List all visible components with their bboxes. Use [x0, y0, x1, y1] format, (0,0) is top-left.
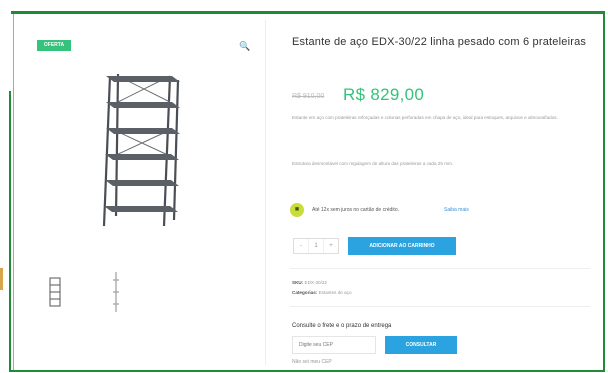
credit-text: Até 12x sem juros no cartão de crédito. — [312, 207, 399, 213]
frame-left-inner-border — [13, 14, 14, 370]
product-image[interactable] — [92, 70, 184, 232]
cep-input[interactable] — [292, 336, 376, 354]
add-to-cart-button[interactable]: ADICIONAR AO CARRINHO — [348, 237, 456, 255]
credit-card-icon: ■ — [290, 203, 304, 217]
frame-right-border — [603, 11, 605, 372]
thumbnail-diagram[interactable] — [44, 272, 66, 312]
frame-left-border — [9, 91, 11, 372]
category-link[interactable]: Estantes de aço — [319, 290, 352, 295]
frame-bottom-border — [11, 370, 605, 372]
qty-value[interactable]: 1 — [309, 239, 324, 253]
sku-line: SKU: EDX-30/22 — [292, 280, 327, 285]
qty-plus-button[interactable]: + — [324, 239, 338, 253]
magnifier-icon[interactable]: 🔍 — [238, 39, 252, 53]
frame-top-border — [11, 11, 605, 14]
product-description-2: Estrutura desmontável com regulagem de a… — [292, 161, 454, 166]
old-price: R$ 910,00 — [292, 93, 325, 100]
product-title: Estante de aço EDX-30/22 linha pesado co… — [292, 36, 587, 48]
edge-fragment — [0, 268, 3, 290]
current-price: R$ 829,00 — [343, 85, 425, 104]
column-divider — [265, 20, 266, 365]
qty-minus-button[interactable]: - — [294, 239, 309, 253]
divider — [290, 306, 590, 307]
cep-submit-button[interactable]: CONSULTAR — [385, 336, 457, 354]
divider — [290, 268, 590, 269]
credit-info: ■ Até 12x sem juros no cartão de crédito… — [290, 203, 580, 217]
thumbnail-side-view[interactable] — [106, 270, 126, 314]
sku-value: EDX-30/22 — [304, 280, 327, 285]
category-label: Categorias: — [292, 290, 318, 295]
sku-label: SKU: — [292, 280, 304, 285]
quantity-stepper[interactable]: - 1 + — [293, 238, 339, 254]
cep-help-link[interactable]: Não sei meu CEP — [292, 359, 332, 365]
shipping-title: Consulte o frete e o prazo de entrega — [292, 323, 392, 329]
category-line: Categorias: Estantes de aço — [292, 290, 352, 295]
credit-link[interactable]: Saiba mais — [444, 207, 469, 213]
sale-badge: OFERTA — [37, 40, 71, 51]
product-description-1: Estante em aço com prateleiras reforçada… — [292, 115, 558, 120]
